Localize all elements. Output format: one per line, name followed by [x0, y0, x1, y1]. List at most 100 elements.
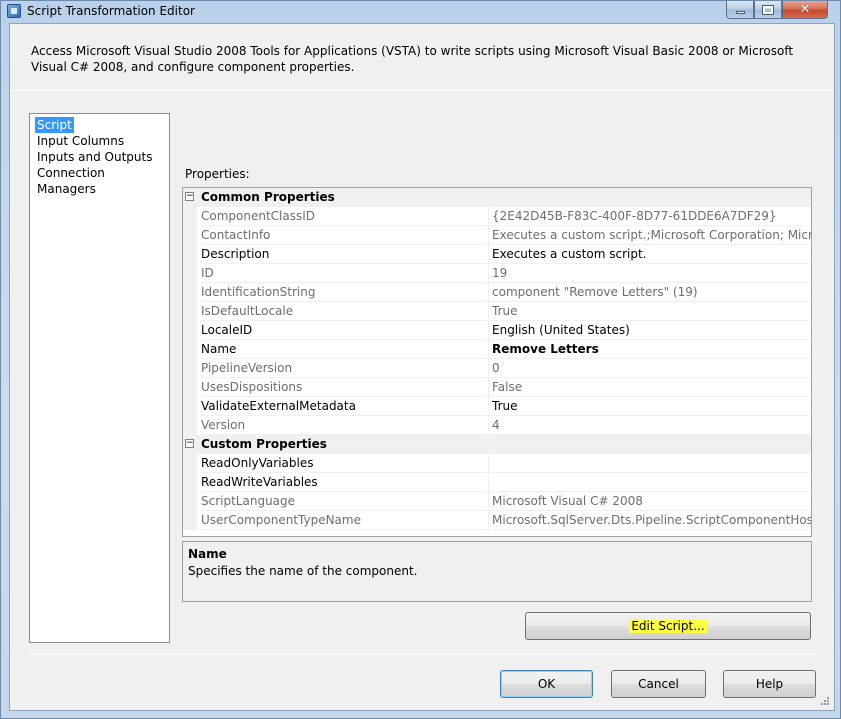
- row-gutter: [183, 473, 197, 492]
- window-frame: Script Transformation Editor ✕ Access Mi…: [0, 0, 841, 719]
- properties-label: Properties:: [185, 167, 250, 181]
- property-value[interactable]: Executes a custom script.: [488, 245, 811, 264]
- window-title: Script Transformation Editor: [27, 4, 195, 18]
- property-value: Executes a custom script.;Microsoft Corp…: [488, 226, 811, 245]
- row-gutter: [183, 245, 197, 264]
- property-value[interactable]: [488, 473, 811, 492]
- property-name: UsesDispositions: [201, 378, 487, 397]
- property-value[interactable]: True: [488, 397, 811, 416]
- row-gutter: [183, 264, 197, 283]
- property-name: LocaleID: [201, 321, 487, 340]
- property-value: True: [488, 302, 811, 321]
- dialog-description: Access Microsoft Visual Studio 2008 Tool…: [31, 44, 794, 74]
- property-row[interactable]: UsesDispositions False: [183, 378, 811, 397]
- dialog-client: Access Microsoft Visual Studio 2008 Tool…: [9, 23, 835, 711]
- property-help-panel: Name Specifies the name of the component…: [182, 541, 812, 602]
- category-custom[interactable]: − Custom Properties: [183, 435, 811, 454]
- property-name: ReadWriteVariables: [201, 473, 487, 492]
- minimize-icon: [735, 11, 745, 14]
- row-gutter: [183, 207, 197, 226]
- row-gutter: [183, 226, 197, 245]
- cancel-button[interactable]: Cancel: [611, 670, 706, 698]
- property-row[interactable]: Name Remove Letters: [183, 340, 811, 359]
- row-gutter: [183, 378, 197, 397]
- property-value[interactable]: English (United States): [488, 321, 811, 340]
- property-name: ID: [201, 264, 487, 283]
- property-name: UserComponentTypeName: [201, 511, 487, 530]
- property-row[interactable]: ID 19: [183, 264, 811, 283]
- nav-item-connection-managers[interactable]: Connection Managers: [35, 165, 169, 196]
- property-row[interactable]: ComponentClassID {2E42D45B-F83C-400F-8D77…: [183, 207, 811, 226]
- category-label: Common Properties: [201, 190, 335, 204]
- page-list[interactable]: Script Input Columns Inputs and Outputs Con…: [29, 113, 170, 643]
- property-row[interactable]: IdentificationString component "Remove Le…: [183, 283, 811, 302]
- close-button[interactable]: ✕: [782, 1, 828, 19]
- property-name: PipelineVersion: [201, 359, 487, 378]
- edit-script-label: Edit Script...: [629, 619, 707, 633]
- ok-button[interactable]: OK: [500, 670, 593, 698]
- row-gutter: [183, 340, 197, 359]
- row-gutter: [183, 283, 197, 302]
- property-name: ValidateExternalMetadata: [201, 397, 487, 416]
- property-row[interactable]: ValidateExternalMetadata True: [183, 397, 811, 416]
- row-gutter: [183, 416, 197, 435]
- nav-item-inputs-and-outputs[interactable]: Inputs and Outputs: [35, 149, 154, 165]
- property-name: Version: [201, 416, 487, 435]
- property-value: False: [488, 378, 811, 397]
- property-name: Description: [201, 245, 487, 264]
- property-name: ComponentClassID: [201, 207, 487, 226]
- property-row[interactable]: ReadWriteVariables: [183, 473, 811, 492]
- property-name: IsDefaultLocale: [201, 302, 487, 321]
- help-button[interactable]: Help: [723, 670, 816, 698]
- resize-grip[interactable]: [818, 696, 830, 708]
- help-text: Specifies the name of the component.: [188, 564, 418, 578]
- property-value: 4: [488, 416, 811, 435]
- property-value: Microsoft Visual C# 2008: [488, 492, 811, 511]
- app-icon: [7, 4, 21, 18]
- title-bar[interactable]: Script Transformation Editor ✕: [1, 1, 841, 23]
- collapse-icon[interactable]: −: [185, 439, 194, 448]
- minimize-button[interactable]: [726, 1, 754, 19]
- header-separator: [10, 90, 834, 91]
- property-value[interactable]: Remove Letters: [488, 340, 811, 359]
- property-name: ScriptLanguage: [201, 492, 487, 511]
- row-gutter: [183, 492, 197, 511]
- row-gutter: [183, 359, 197, 378]
- property-name: ContactInfo: [201, 226, 487, 245]
- property-row[interactable]: Description Executes a custom script.: [183, 245, 811, 264]
- category-common[interactable]: − Common Properties: [183, 188, 811, 207]
- help-title: Name: [188, 547, 227, 561]
- footer-separator: [28, 654, 816, 655]
- property-row[interactable]: ContactInfo Executes a custom script.;Mic…: [183, 226, 811, 245]
- property-grid[interactable]: − Common Properties ComponentClassID {2E42D…: [182, 187, 812, 537]
- property-name: ReadOnlyVariables: [201, 454, 487, 473]
- property-value[interactable]: [488, 454, 811, 473]
- row-gutter: [183, 511, 197, 530]
- property-name: Name: [201, 340, 487, 359]
- maximize-button[interactable]: [754, 1, 782, 19]
- row-gutter: [183, 454, 197, 473]
- row-gutter: [183, 321, 197, 340]
- close-icon: ✕: [799, 2, 811, 17]
- property-row[interactable]: ScriptLanguage Microsoft Visual C# 2008: [183, 492, 811, 511]
- row-gutter: [183, 397, 197, 416]
- property-value: Microsoft.SqlServer.Dts.Pipeline.ScriptC…: [488, 511, 811, 530]
- property-value: 19: [488, 264, 811, 283]
- property-row[interactable]: Version 4: [183, 416, 811, 435]
- edit-script-button[interactable]: Edit Script...: [525, 612, 811, 640]
- category-label: Custom Properties: [201, 437, 327, 451]
- property-value: 0: [488, 359, 811, 378]
- property-name: IdentificationString: [201, 283, 487, 302]
- nav-item-input-columns[interactable]: Input Columns: [35, 133, 126, 149]
- collapse-icon[interactable]: −: [185, 192, 194, 201]
- property-row[interactable]: IsDefaultLocale True: [183, 302, 811, 321]
- property-row[interactable]: UserComponentTypeName Microsoft.SqlServer…: [183, 511, 811, 530]
- property-row[interactable]: PipelineVersion 0: [183, 359, 811, 378]
- property-row[interactable]: ReadOnlyVariables: [183, 454, 811, 473]
- property-row[interactable]: LocaleID English (United States): [183, 321, 811, 340]
- property-value: component "Remove Letters" (19): [488, 283, 811, 302]
- maximize-icon: [762, 4, 774, 15]
- property-value: {2E42D45B-F83C-400F-8D77-61DDE6A7DF29}: [488, 207, 811, 226]
- nav-item-script[interactable]: Script: [35, 117, 74, 133]
- row-gutter: [183, 302, 197, 321]
